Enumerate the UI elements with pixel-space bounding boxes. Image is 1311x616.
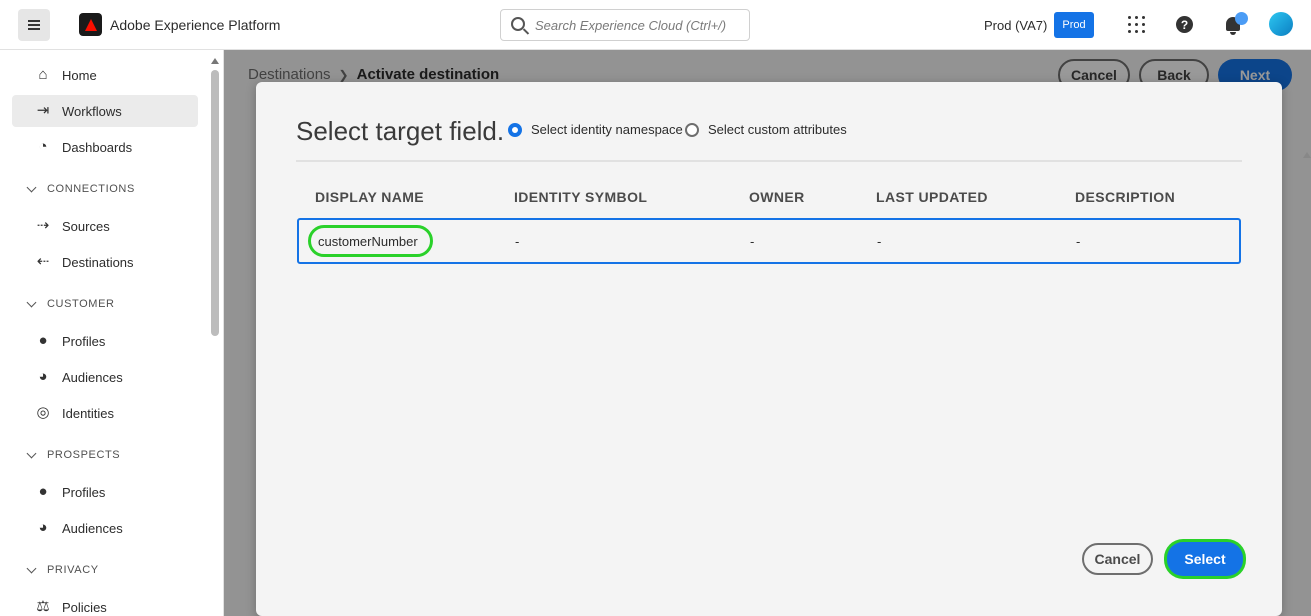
- owner-cell: -: [750, 234, 755, 249]
- hamburger-menu-button[interactable]: [18, 9, 50, 41]
- radio-label: Select custom attributes: [708, 122, 847, 137]
- home-icon: ⌂: [38, 66, 48, 83]
- table-row[interactable]: customerNumber - - - -: [297, 218, 1241, 264]
- fingerprint-icon: ◎: [36, 404, 50, 421]
- sidebar-item-destinations[interactable]: ⇠ Destinations: [12, 246, 198, 278]
- sidebar-item-label: Workflows: [62, 103, 122, 119]
- identity-symbol-cell: -: [515, 234, 520, 249]
- divider: [296, 160, 1242, 162]
- policies-icon: ⚖: [36, 598, 50, 615]
- app-switcher-icon[interactable]: [1128, 16, 1145, 33]
- section-customer[interactable]: CUSTOMER: [26, 297, 115, 310]
- radio-checked-icon: [508, 122, 522, 137]
- destinations-icon: ⇠: [36, 253, 50, 270]
- column-header-last-updated[interactable]: LAST UPDATED: [876, 189, 988, 205]
- column-header-display-name[interactable]: DISPLAY NAME: [315, 189, 424, 205]
- sidebar-scrollbar[interactable]: [211, 58, 219, 616]
- section-prospects[interactable]: PROSPECTS: [26, 448, 121, 461]
- section-title: PROSPECTS: [47, 449, 121, 461]
- sidebar-item-sources[interactable]: ⇢ Sources: [12, 210, 198, 242]
- sidebar-item-label: Dashboards: [62, 139, 133, 155]
- sidebar-item-label: Identities: [62, 405, 115, 421]
- sidebar-item-dashboards[interactable]: ◔ Dashboards: [12, 131, 198, 163]
- sidebar-item-prospect-audiences[interactable]: ◕ Audiences: [12, 512, 198, 544]
- dashboard-icon: ◔: [38, 138, 48, 155]
- sandbox-badge[interactable]: Prod: [1054, 12, 1094, 38]
- radio-label: Select identity namespace: [531, 122, 683, 137]
- scroll-up-arrow-icon[interactable]: [211, 58, 219, 64]
- section-privacy[interactable]: PRIVACY: [26, 563, 99, 576]
- workflows-icon: ⇥: [36, 102, 50, 119]
- sidebar-item-label: Sources: [62, 218, 110, 234]
- sidebar-item-label: Profiles: [62, 333, 106, 349]
- hamburger-icon: [28, 24, 40, 26]
- chevron-down-icon: [26, 563, 37, 573]
- description-cell: -: [1076, 234, 1081, 249]
- notification-dot: [1235, 12, 1248, 25]
- column-header-identity-symbol[interactable]: IDENTITY SYMBOL: [514, 189, 647, 205]
- sidebar-item-workflows[interactable]: ⇥ Workflows: [12, 95, 198, 127]
- audiences-icon: ◕: [38, 519, 48, 536]
- sidebar-item-label: Profiles: [62, 484, 106, 500]
- chevron-down-icon: [26, 448, 37, 458]
- radio-identity-namespace[interactable]: Select identity namespace: [508, 122, 683, 137]
- display-name-cell: customerNumber: [308, 225, 433, 257]
- profile-icon: ●: [38, 332, 48, 349]
- top-bar: Adobe Experience Platform Prod (VA7) Pro…: [0, 0, 1311, 50]
- profile-icon: ●: [38, 483, 48, 500]
- adobe-logo[interactable]: [79, 13, 102, 36]
- section-connections[interactable]: CONNECTIONS: [26, 182, 135, 195]
- search-input[interactable]: [535, 14, 740, 36]
- column-header-owner[interactable]: OWNER: [749, 189, 805, 205]
- page-scroll-up-arrow-icon[interactable]: [1303, 152, 1311, 158]
- sidebar-item-policies[interactable]: ⚖ Policies: [12, 591, 198, 616]
- scroll-thumb[interactable]: [211, 70, 219, 336]
- column-header-description[interactable]: DESCRIPTION: [1075, 189, 1175, 205]
- app-title[interactable]: Adobe Experience Platform: [110, 17, 280, 33]
- sidebar-item-customer-audiences[interactable]: ◕ Audiences: [12, 361, 198, 393]
- global-search[interactable]: [500, 9, 750, 41]
- section-title: CONNECTIONS: [47, 183, 135, 195]
- sidebar-item-customer-profiles[interactable]: ● Profiles: [12, 325, 198, 357]
- section-title: CUSTOMER: [47, 298, 115, 310]
- help-icon[interactable]: ?: [1176, 16, 1193, 33]
- section-title: PRIVACY: [47, 564, 99, 576]
- last-updated-cell: -: [877, 234, 882, 249]
- audiences-icon: ◕: [38, 368, 48, 385]
- dialog-title: Select target field.: [296, 116, 505, 146]
- left-nav: ⌂ Home ⇥ Workflows ◔ Dashboards CONNECTI…: [0, 50, 224, 616]
- dialog-cancel-button[interactable]: Cancel: [1082, 543, 1153, 575]
- sidebar-item-label: Home: [62, 67, 97, 83]
- user-avatar[interactable]: [1269, 12, 1293, 36]
- dialog-select-button[interactable]: Select: [1167, 542, 1243, 576]
- search-icon: [511, 17, 525, 31]
- sidebar-item-prospect-profiles[interactable]: ● Profiles: [12, 476, 198, 508]
- org-switcher[interactable]: Prod (VA7): [984, 18, 1047, 33]
- sidebar-item-identities[interactable]: ◎ Identities: [12, 397, 198, 429]
- radio-unchecked-icon: [685, 122, 699, 137]
- sidebar-item-label: Audiences: [62, 520, 123, 536]
- select-target-field-dialog: Select target field. Select identity nam…: [256, 82, 1282, 616]
- sidebar-item-home[interactable]: ⌂ Home: [12, 59, 198, 91]
- chevron-down-icon: [26, 297, 37, 307]
- sidebar-item-label: Policies: [62, 599, 107, 615]
- sidebar-item-label: Destinations: [62, 254, 134, 270]
- sidebar-item-label: Audiences: [62, 369, 123, 385]
- sources-icon: ⇢: [36, 217, 50, 234]
- adobe-logo-icon: [84, 18, 97, 31]
- radio-custom-attributes[interactable]: Select custom attributes: [685, 122, 847, 137]
- chevron-down-icon: [26, 182, 37, 192]
